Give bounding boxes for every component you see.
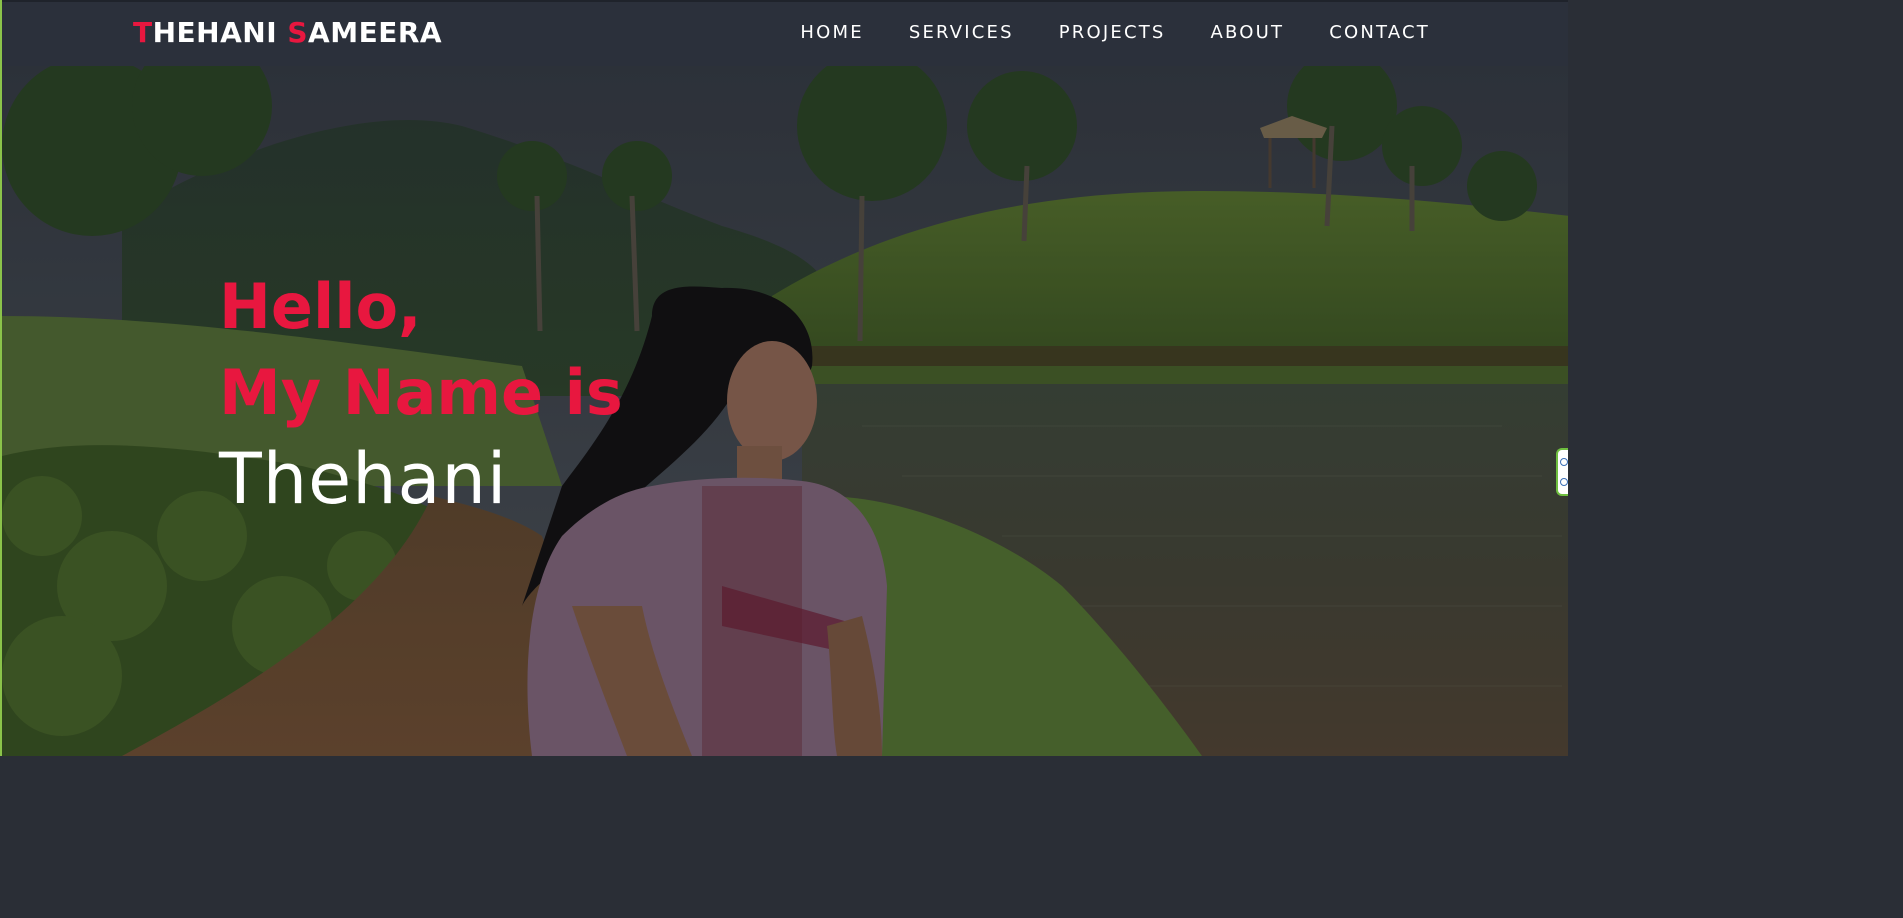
- navbar: THEHANI SAMEERA HOME SERVICES PROJECTS A…: [2, 0, 1568, 66]
- hero-heading: Hello, My Name is Thehani: [219, 264, 623, 522]
- nav-link-contact[interactable]: CONTACT: [1329, 22, 1430, 43]
- floating-side-widget[interactable]: [1556, 448, 1568, 496]
- brand-last-initial: S: [287, 16, 309, 49]
- hero-intro: My Name is: [219, 356, 623, 429]
- nav-link-about[interactable]: ABOUT: [1211, 22, 1285, 43]
- brand-first-rest: HEHANI: [152, 16, 288, 49]
- brand-logo[interactable]: THEHANI SAMEERA: [133, 16, 442, 49]
- nav-menu: HOME SERVICES PROJECTS ABOUT CONTACT: [800, 22, 1430, 43]
- hero-greeting: Hello,: [219, 270, 422, 343]
- page: THEHANI SAMEERA HOME SERVICES PROJECTS A…: [0, 0, 1568, 756]
- brand-last-rest: AMEERA: [308, 16, 443, 49]
- nav-link-projects[interactable]: PROJECTS: [1059, 22, 1166, 43]
- hero-name: Thehani: [219, 438, 508, 520]
- brand-first-initial: T: [133, 16, 153, 49]
- widget-settings-icon[interactable]: [1560, 478, 1568, 486]
- hero-section: Hello, My Name is Thehani: [2, 66, 1568, 756]
- nav-link-services[interactable]: SERVICES: [909, 22, 1014, 43]
- widget-close-icon[interactable]: [1560, 458, 1568, 466]
- nav-link-home[interactable]: HOME: [800, 22, 863, 43]
